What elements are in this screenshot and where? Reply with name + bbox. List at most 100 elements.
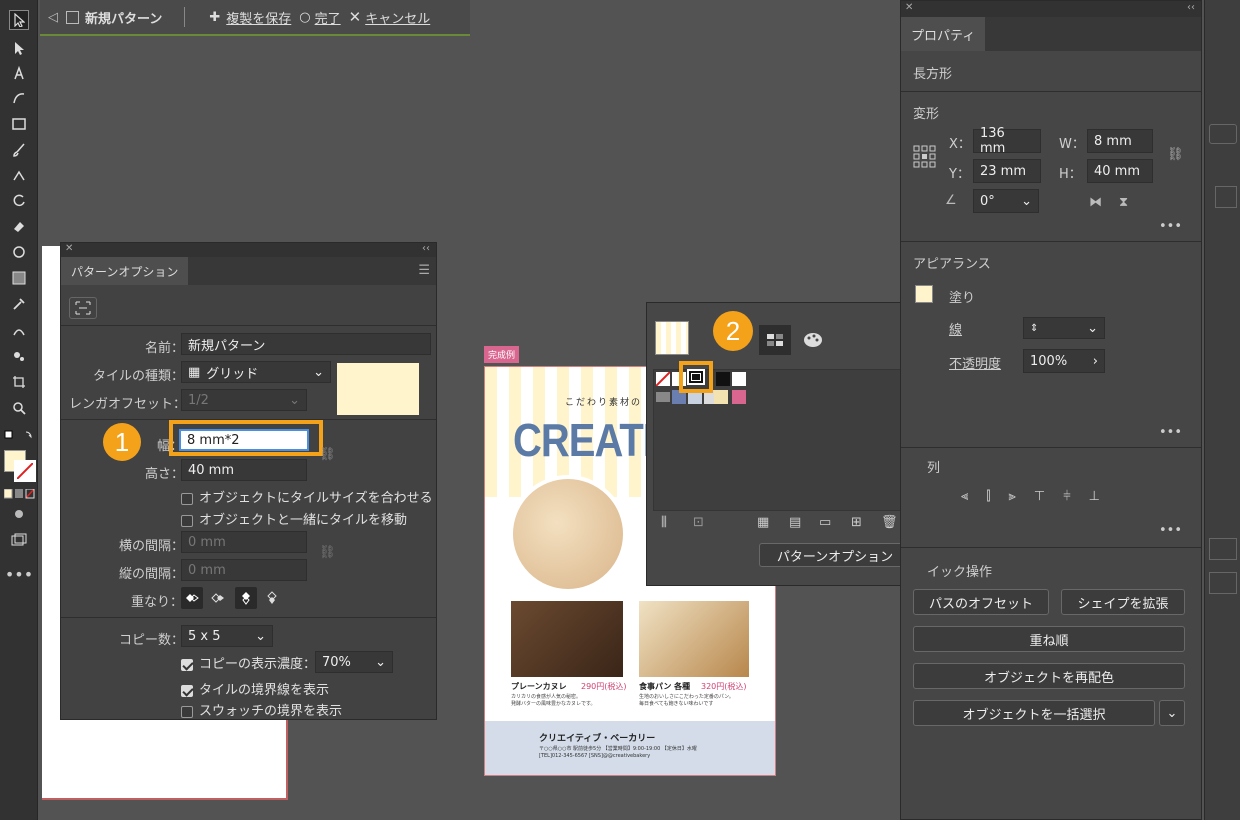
blend-tool-icon[interactable] xyxy=(9,320,29,340)
pattern-options-button[interactable]: パターンオプション xyxy=(759,543,911,567)
h-field[interactable]: 40 mm xyxy=(1087,159,1153,183)
pen-tool-icon[interactable] xyxy=(9,63,29,83)
close-properties-icon[interactable]: ✕ xyxy=(905,2,913,13)
tile-type-select[interactable]: ▦ グリッド ⌄ xyxy=(181,361,331,383)
overlap-top-icon[interactable] xyxy=(235,587,257,609)
appearance-more-icon[interactable]: ••• xyxy=(1159,425,1182,440)
symbol-sprayer-icon[interactable] xyxy=(9,346,29,366)
copies-select[interactable]: 5 x 5 ⌄ xyxy=(181,625,273,647)
cream-swatch[interactable] xyxy=(714,390,728,404)
more-tools-icon[interactable]: ••• xyxy=(5,564,33,584)
gradient-tool-icon[interactable] xyxy=(9,268,29,288)
screen-mode-icon[interactable] xyxy=(9,530,29,550)
height-field[interactable]: 40 mm xyxy=(181,459,307,481)
color-mode-icons[interactable] xyxy=(3,488,36,499)
eyedropper-tool-icon[interactable] xyxy=(9,294,29,314)
black-swatch[interactable] xyxy=(716,372,730,386)
offset-path-button[interactable]: パスのオフセット xyxy=(913,589,1049,615)
align-vcenter-icon[interactable]: ⫩ xyxy=(1063,489,1070,509)
new-group-folder-icon[interactable]: ▭ xyxy=(819,515,831,530)
default-colors-icon[interactable] xyxy=(4,430,34,444)
paintbrush-tool-icon[interactable] xyxy=(9,140,29,160)
name-field[interactable]: 新規パターン xyxy=(181,333,431,355)
swatches-view-icon[interactable] xyxy=(759,325,791,355)
select-same-button[interactable]: オブジェクトを一括選択 xyxy=(913,700,1155,726)
align-hcenter-icon[interactable]: ⫿ xyxy=(986,489,990,509)
save-copy-button[interactable]: 複製を保存 xyxy=(226,8,291,27)
stroke-color-swatch[interactable] xyxy=(14,460,36,482)
select-same-dropdown[interactable]: ⌄ xyxy=(1159,700,1185,726)
color-palette-icon[interactable] xyxy=(797,325,829,355)
opacity-field[interactable]: 100% › xyxy=(1023,349,1105,373)
selection-tool-icon[interactable] xyxy=(9,10,29,30)
zoom-tool-icon[interactable] xyxy=(9,398,29,418)
fill-swatch[interactable] xyxy=(915,285,933,303)
collapse-panel-icon[interactable]: ‹‹ xyxy=(422,243,430,254)
expand-shape-button[interactable]: シェイプを拡張 xyxy=(1061,589,1185,615)
tab-properties[interactable]: プロパティ xyxy=(901,17,986,51)
swatch-kind-icon[interactable]: ▦ xyxy=(757,515,769,530)
folder-icon[interactable] xyxy=(656,392,670,402)
shaper-tool-icon[interactable] xyxy=(9,165,29,185)
warp-tool-icon[interactable] xyxy=(9,242,29,262)
new-pattern-swatch[interactable] xyxy=(687,369,705,385)
item2-desc1: 生地のおいしさにこだわった定番のパン。 xyxy=(639,694,734,700)
opacity-label[interactable]: 不透明度 xyxy=(949,353,1001,372)
fit-tile-checkbox[interactable] xyxy=(181,492,193,505)
transform-more-icon[interactable]: ••• xyxy=(1159,219,1182,234)
tile-edit-icon[interactable] xyxy=(69,297,97,319)
align-more-icon[interactable]: ••• xyxy=(1159,523,1182,538)
align-bottom-icon[interactable]: ⊥ xyxy=(1089,489,1100,509)
draw-mode-icon[interactable] xyxy=(9,504,29,524)
show-tile-edge-checkbox[interactable] xyxy=(181,684,193,697)
cancel-button[interactable]: キャンセル xyxy=(365,8,430,27)
dim-copies-checkbox[interactable] xyxy=(181,658,193,671)
rectangle-tool-icon[interactable] xyxy=(9,114,29,134)
show-swatch-bounds-checkbox[interactable] xyxy=(181,705,193,718)
angle-field[interactable]: 0° ⌄ xyxy=(973,189,1039,213)
w-field[interactable]: 8 mm xyxy=(1087,129,1153,153)
artboard-tool-icon[interactable] xyxy=(9,372,29,392)
direct-selection-tool-icon[interactable] xyxy=(9,38,29,58)
stroke-label[interactable]: 線 xyxy=(949,319,962,338)
done-button[interactable]: 完了 xyxy=(315,8,341,27)
dim-value-select[interactable]: 70% ⌄ xyxy=(315,651,393,673)
overlap-bottom-icon[interactable] xyxy=(261,587,283,609)
flip-horizontal-icon[interactable]: ⧓ xyxy=(1089,195,1102,210)
tab-pattern-options[interactable]: パターンオプション xyxy=(61,257,189,285)
back-arrow-icon[interactable]: ◁ xyxy=(48,10,58,25)
swatch-options-icon[interactable]: ▤ xyxy=(789,515,801,530)
x-field[interactable]: 136 mm xyxy=(973,126,1041,156)
align-heading: 列 xyxy=(927,461,941,476)
panel-menu-icon[interactable]: ☰ xyxy=(418,263,430,278)
flip-vertical-icon[interactable]: ⧗ xyxy=(1119,195,1128,210)
close-panel-icon[interactable]: ✕ xyxy=(65,243,73,254)
constrain-proportions-icon[interactable]: ⛓ xyxy=(1167,147,1184,162)
none-swatch[interactable] xyxy=(656,372,670,386)
stroke-weight-field[interactable]: ⇕ ⌄ xyxy=(1023,317,1105,339)
place-swatch-icon[interactable]: ⊡ xyxy=(693,515,704,530)
overlap-left-icon[interactable] xyxy=(181,587,203,609)
collapse-properties-icon[interactable]: ‹‹ xyxy=(1187,2,1195,13)
white-swatch[interactable] xyxy=(732,372,746,386)
rotate-tool-icon[interactable] xyxy=(9,190,29,210)
recolor-button[interactable]: オブジェクトを再配色 xyxy=(913,663,1185,689)
new-swatch-icon[interactable]: ⊞ xyxy=(851,515,862,530)
move-tile-checkbox[interactable] xyxy=(181,514,193,527)
y-field[interactable]: 23 mm xyxy=(973,159,1041,183)
curvature-tool-icon[interactable] xyxy=(9,88,29,108)
v-spacing-label: 縦の間隔： xyxy=(119,567,185,582)
h-spacing-field: 0 mm xyxy=(181,531,307,553)
trash-icon[interactable]: 🗑 xyxy=(881,515,898,530)
eraser-tool-icon[interactable] xyxy=(9,216,29,236)
width-field[interactable]: 8 mm*2 xyxy=(179,429,309,451)
pink-swatch[interactable] xyxy=(732,390,746,404)
overlap-right-icon[interactable] xyxy=(207,587,229,609)
align-top-icon[interactable]: ⊤ xyxy=(1034,489,1045,509)
link-dimensions-icon[interactable]: ⛓ xyxy=(319,447,336,462)
align-left-icon[interactable]: ⫷ xyxy=(961,489,968,509)
swatch-libraries-icon[interactable]: ⫼ xyxy=(661,515,667,530)
reference-point-icon[interactable] xyxy=(913,145,937,169)
arrange-button[interactable]: 重ね順 xyxy=(913,626,1185,652)
align-right-icon[interactable]: ⫸ xyxy=(1009,489,1016,509)
